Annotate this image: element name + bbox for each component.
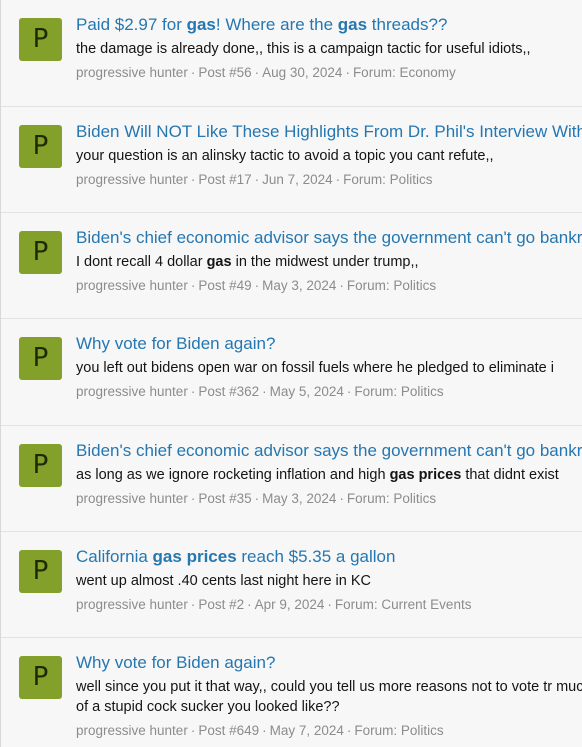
result-snippet: the damage is already done,, this is a c…: [76, 41, 531, 57]
post-date[interactable]: May 5, 2024: [270, 384, 344, 399]
result-title-link[interactable]: Biden Will NOT Like These Highlights Fro…: [76, 121, 582, 143]
result-title-link[interactable]: Paid $2.97 for gas! Where are the gas th…: [76, 14, 582, 36]
post-number-link[interactable]: Post #56: [198, 65, 251, 80]
result-body: California gas prices reach $5.35 a gall…: [76, 546, 582, 614]
post-date[interactable]: May 7, 2024: [270, 723, 344, 738]
search-result: P Biden Will NOT Like These Highlights F…: [1, 107, 582, 213]
result-body: Why vote for Biden again? you left out b…: [76, 333, 582, 401]
result-snippet: went up almost .40 cents last night here…: [76, 573, 371, 589]
post-date[interactable]: Jun 7, 2024: [262, 172, 333, 187]
avatar[interactable]: P: [19, 444, 62, 487]
result-snippet: your question is an alinsky tactic to av…: [76, 148, 494, 164]
result-meta: progressive hunter · Post #35 · May 3, 2024 ·…: [76, 491, 437, 506]
forum-link[interactable]: Forum: Economy: [353, 65, 456, 80]
search-results-list: P Paid $2.97 for gas! Where are the gas …: [0, 0, 582, 747]
search-result: P Why vote for Biden again? you left out…: [1, 319, 582, 426]
forum-link[interactable]: Forum: Politics: [354, 723, 443, 738]
result-body: Paid $2.97 for gas! Where are the gas th…: [76, 14, 582, 82]
post-number-link[interactable]: Post #362: [198, 384, 259, 399]
highlighted-term: gas: [186, 15, 216, 34]
result-meta: progressive hunter · Post #17 · Jun 7, 2024 ·…: [76, 172, 433, 187]
author-link[interactable]: progressive hunter: [76, 65, 188, 80]
avatar[interactable]: P: [19, 18, 62, 61]
search-result: P California gas prices reach $5.35 a ga…: [1, 532, 582, 638]
avatar[interactable]: P: [19, 656, 62, 699]
avatar[interactable]: P: [19, 550, 62, 593]
search-result: P Biden's chief economic advisor says th…: [1, 213, 582, 319]
forum-link[interactable]: Forum: Politics: [354, 384, 443, 399]
post-date[interactable]: May 3, 2024: [262, 491, 336, 506]
post-number-link[interactable]: Post #49: [198, 278, 251, 293]
avatar[interactable]: P: [19, 125, 62, 168]
result-body: Biden Will NOT Like These Highlights Fro…: [76, 121, 582, 189]
post-number-link[interactable]: Post #17: [198, 172, 251, 187]
result-meta: progressive hunter · Post #362 · May 5, 2024…: [76, 384, 444, 399]
post-number-link[interactable]: Post #649: [198, 723, 259, 738]
post-date[interactable]: Apr 9, 2024: [255, 597, 325, 612]
result-body: Biden's chief economic advisor says the …: [76, 227, 582, 295]
result-title-link[interactable]: Biden's chief economic advisor says the …: [76, 440, 582, 462]
author-link[interactable]: progressive hunter: [76, 597, 188, 612]
result-snippet: well since you put it that way,, could y…: [76, 679, 582, 715]
search-result: P Paid $2.97 for gas! Where are the gas …: [1, 0, 582, 107]
result-body: Biden's chief economic advisor says the …: [76, 440, 582, 508]
search-result: P Biden's chief economic advisor says th…: [1, 426, 582, 532]
result-title-link[interactable]: Biden's chief economic advisor says the …: [76, 227, 582, 249]
result-meta: progressive hunter · Post #649 · May 7, 2024…: [76, 723, 444, 738]
forum-link[interactable]: Forum: Current Events: [335, 597, 472, 612]
forum-link[interactable]: Forum: Politics: [347, 278, 436, 293]
forum-link[interactable]: Forum: Politics: [347, 491, 436, 506]
post-number-link[interactable]: Post #35: [198, 491, 251, 506]
post-number-link[interactable]: Post #2: [198, 597, 244, 612]
result-title-link[interactable]: Why vote for Biden again?: [76, 333, 582, 355]
result-title-link[interactable]: Why vote for Biden again?: [76, 652, 582, 674]
result-snippet: you left out bidens open war on fossil f…: [76, 360, 554, 376]
result-meta: progressive hunter · Post #2 · Apr 9, 2024 · F…: [76, 597, 472, 612]
result-body: Why vote for Biden again? well since you…: [76, 652, 582, 740]
highlighted-term: gas: [206, 254, 232, 270]
author-link[interactable]: progressive hunter: [76, 723, 188, 738]
author-link[interactable]: progressive hunter: [76, 278, 188, 293]
highlighted-term: gas: [337, 15, 368, 34]
search-result: P Why vote for Biden again? well since y…: [1, 638, 582, 747]
post-date[interactable]: May 3, 2024: [262, 278, 336, 293]
result-meta: progressive hunter · Post #56 · Aug 30, 2024…: [76, 65, 456, 80]
avatar[interactable]: P: [19, 337, 62, 380]
avatar[interactable]: P: [19, 231, 62, 274]
result-meta: progressive hunter · Post #49 · May 3, 2024 ·…: [76, 278, 437, 293]
author-link[interactable]: progressive hunter: [76, 491, 188, 506]
highlighted-term: gas prices: [152, 547, 237, 566]
author-link[interactable]: progressive hunter: [76, 384, 188, 399]
result-snippet: as long as we ignore rocketing inflation…: [76, 467, 559, 483]
author-link[interactable]: progressive hunter: [76, 172, 188, 187]
result-snippet: I dont recall 4 dollar gas in the midwes…: [76, 254, 419, 270]
post-date[interactable]: Aug 30, 2024: [262, 65, 342, 80]
highlighted-term: gas prices: [389, 467, 462, 483]
result-title-link[interactable]: California gas prices reach $5.35 a gall…: [76, 546, 582, 568]
forum-link[interactable]: Forum: Politics: [343, 172, 432, 187]
